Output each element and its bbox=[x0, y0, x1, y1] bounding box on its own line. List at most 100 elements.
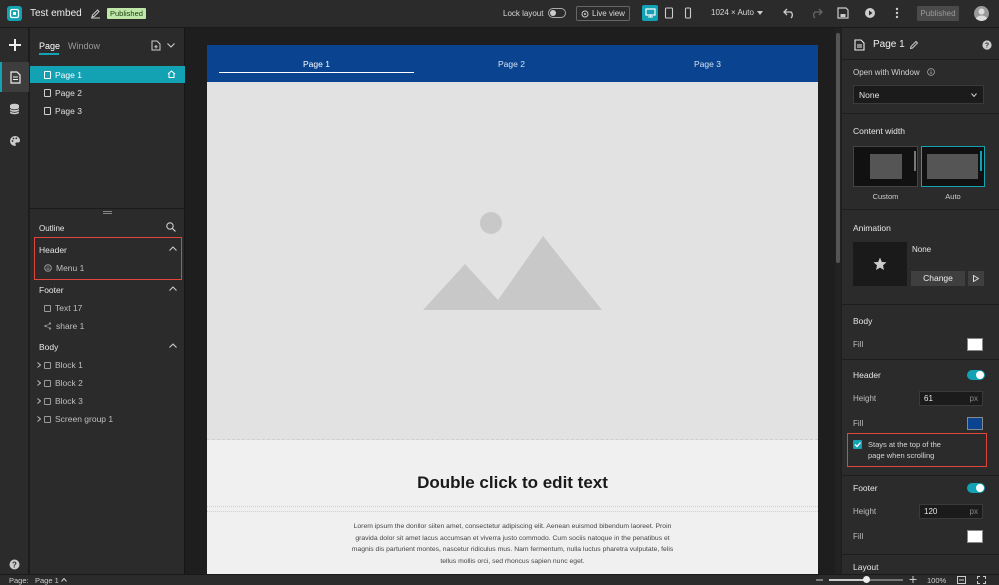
zoom-slider-thumb[interactable] bbox=[862, 576, 870, 583]
edit-title-icon[interactable] bbox=[90, 8, 101, 19]
fit-width-icon[interactable] bbox=[957, 576, 966, 584]
header-height-label: Height bbox=[853, 394, 877, 403]
outline-title: Outline bbox=[39, 224, 65, 233]
outline-item-block-3[interactable]: Block 3 bbox=[37, 396, 83, 406]
page-item-page-3[interactable]: Page 3 bbox=[30, 102, 185, 119]
save-icon[interactable] bbox=[837, 7, 849, 19]
tab-window[interactable]: Window bbox=[68, 41, 100, 51]
user-avatar[interactable] bbox=[974, 6, 989, 21]
outline-item-screen-group-1[interactable]: Screen group 1 bbox=[37, 414, 113, 424]
fullscreen-icon[interactable] bbox=[977, 576, 986, 584]
footer-fill-swatch[interactable] bbox=[967, 530, 983, 543]
nav-tab-page-3[interactable]: Page 3 bbox=[610, 45, 805, 82]
chevron-down-icon[interactable] bbox=[167, 43, 175, 48]
content-width-section: Content width Custom Auto bbox=[842, 113, 999, 209]
header-menu[interactable]: Page 1 Page 2 Page 3 bbox=[207, 45, 818, 82]
nav-tab-page-2[interactable]: Page 2 bbox=[414, 45, 609, 82]
header-toggle[interactable] bbox=[967, 370, 985, 380]
zoom-in-button[interactable] bbox=[909, 575, 917, 584]
footer-section: Footer Height 120 px Fill bbox=[842, 475, 999, 554]
zoom-slider-fill bbox=[829, 579, 866, 581]
chevron-right-icon[interactable] bbox=[37, 416, 41, 422]
add-page-icon[interactable] bbox=[151, 40, 161, 51]
undo-icon[interactable] bbox=[783, 7, 796, 19]
body-fill-swatch[interactable] bbox=[967, 338, 983, 351]
page-item-label: Page 3 bbox=[55, 105, 82, 116]
mobile-view-button[interactable] bbox=[684, 7, 692, 19]
outline-item-share-1[interactable]: share 1 bbox=[44, 321, 84, 331]
animation-preview[interactable] bbox=[853, 242, 907, 286]
animation-value: None bbox=[912, 245, 932, 254]
text-icon bbox=[44, 304, 51, 312]
open-with-window-section: Open with Window None bbox=[842, 59, 999, 113]
select-value: None bbox=[859, 90, 880, 100]
footer-height-input[interactable]: 120 px bbox=[919, 504, 983, 519]
search-icon[interactable] bbox=[166, 222, 176, 232]
page-item-page-1[interactable]: Page 1 bbox=[30, 66, 185, 83]
header-highlight-box bbox=[34, 237, 182, 280]
outline-item-label: Screen group 1 bbox=[55, 414, 114, 424]
edit-icon[interactable] bbox=[909, 40, 919, 50]
status-page-select[interactable]: Page 1 bbox=[35, 576, 59, 585]
content-width-custom-option[interactable] bbox=[853, 146, 918, 187]
help-icon[interactable]: ? bbox=[982, 40, 992, 50]
chevron-right-icon[interactable] bbox=[37, 398, 41, 404]
add-widget-button[interactable] bbox=[0, 30, 29, 60]
status-bar: Page: Page 1 100% bbox=[0, 574, 999, 585]
theme-panel-button[interactable] bbox=[0, 126, 29, 156]
page-panel-button[interactable] bbox=[0, 62, 29, 92]
outline-item-block-1[interactable]: Block 1 bbox=[37, 360, 83, 370]
outline-body-title[interactable]: Body bbox=[39, 342, 58, 352]
chevron-up-icon[interactable] bbox=[169, 286, 177, 293]
outline-item-block-2[interactable]: Block 2 bbox=[37, 378, 83, 388]
preview-icon[interactable] bbox=[864, 7, 876, 19]
block-icon bbox=[44, 379, 51, 387]
footer-toggle[interactable] bbox=[967, 483, 985, 493]
page-heading[interactable]: Double click to edit text bbox=[207, 473, 818, 493]
image-placeholder[interactable] bbox=[207, 82, 818, 440]
chevron-up-icon[interactable] bbox=[169, 343, 177, 350]
publish-button[interactable]: Published bbox=[917, 6, 959, 21]
content-width-auto-option[interactable] bbox=[921, 146, 985, 187]
header-height-input[interactable]: 61 px bbox=[919, 391, 983, 406]
height-value: 120 bbox=[924, 507, 938, 516]
page-canvas[interactable]: Page 1 Page 2 Page 3 Double click to edi… bbox=[207, 45, 818, 575]
header-fill-swatch[interactable] bbox=[967, 417, 983, 430]
info-icon[interactable] bbox=[927, 68, 935, 76]
page-item-page-2[interactable]: Page 2 bbox=[30, 84, 185, 101]
height-value: 61 bbox=[924, 394, 933, 403]
scrollbar-thumb[interactable] bbox=[836, 33, 840, 263]
chevron-right-icon[interactable] bbox=[37, 362, 41, 368]
help-button[interactable]: ? bbox=[0, 555, 29, 573]
lock-layout-toggle[interactable] bbox=[548, 8, 566, 18]
more-options-icon[interactable] bbox=[895, 7, 899, 19]
open-with-window-select[interactable]: None bbox=[853, 85, 984, 104]
tab-page[interactable]: Page bbox=[39, 41, 60, 51]
body-paragraph[interactable]: Lorem ipsum the donllor siiten amet, con… bbox=[207, 521, 818, 567]
help-icon: ? bbox=[9, 559, 20, 569]
chevron-right-icon[interactable] bbox=[37, 380, 41, 386]
animation-change-button[interactable]: Change bbox=[911, 271, 965, 286]
svg-text:?: ? bbox=[985, 43, 989, 50]
data-panel-button[interactable] bbox=[0, 94, 29, 124]
tablet-view-button[interactable] bbox=[664, 7, 674, 19]
svg-text:?: ? bbox=[12, 560, 17, 569]
content-width-custom-label: Custom bbox=[872, 192, 899, 201]
animation-play-button[interactable] bbox=[968, 271, 984, 286]
outline-footer-title[interactable]: Footer bbox=[39, 285, 64, 295]
zoom-out-button[interactable] bbox=[816, 575, 823, 584]
screen-size-select[interactable]: 1024 × Auto bbox=[711, 8, 754, 17]
canvas-scrollbar[interactable] bbox=[835, 29, 841, 574]
block-icon bbox=[44, 361, 51, 369]
desktop-view-button[interactable] bbox=[642, 5, 658, 21]
lock-layout-label: Lock layout bbox=[503, 9, 544, 18]
nav-tab-page-1[interactable]: Page 1 bbox=[219, 45, 414, 82]
app-logo-icon[interactable] bbox=[7, 6, 22, 21]
outline-item-text-17[interactable]: Text 17 bbox=[44, 303, 82, 313]
redo-icon[interactable] bbox=[810, 7, 823, 19]
app-title[interactable]: Test embed bbox=[30, 8, 82, 19]
resize-handle[interactable] bbox=[103, 211, 112, 214]
footer-height-label: Height bbox=[853, 507, 877, 516]
live-view-button[interactable]: Live view bbox=[576, 6, 630, 21]
layout-label: Layout bbox=[853, 562, 879, 572]
